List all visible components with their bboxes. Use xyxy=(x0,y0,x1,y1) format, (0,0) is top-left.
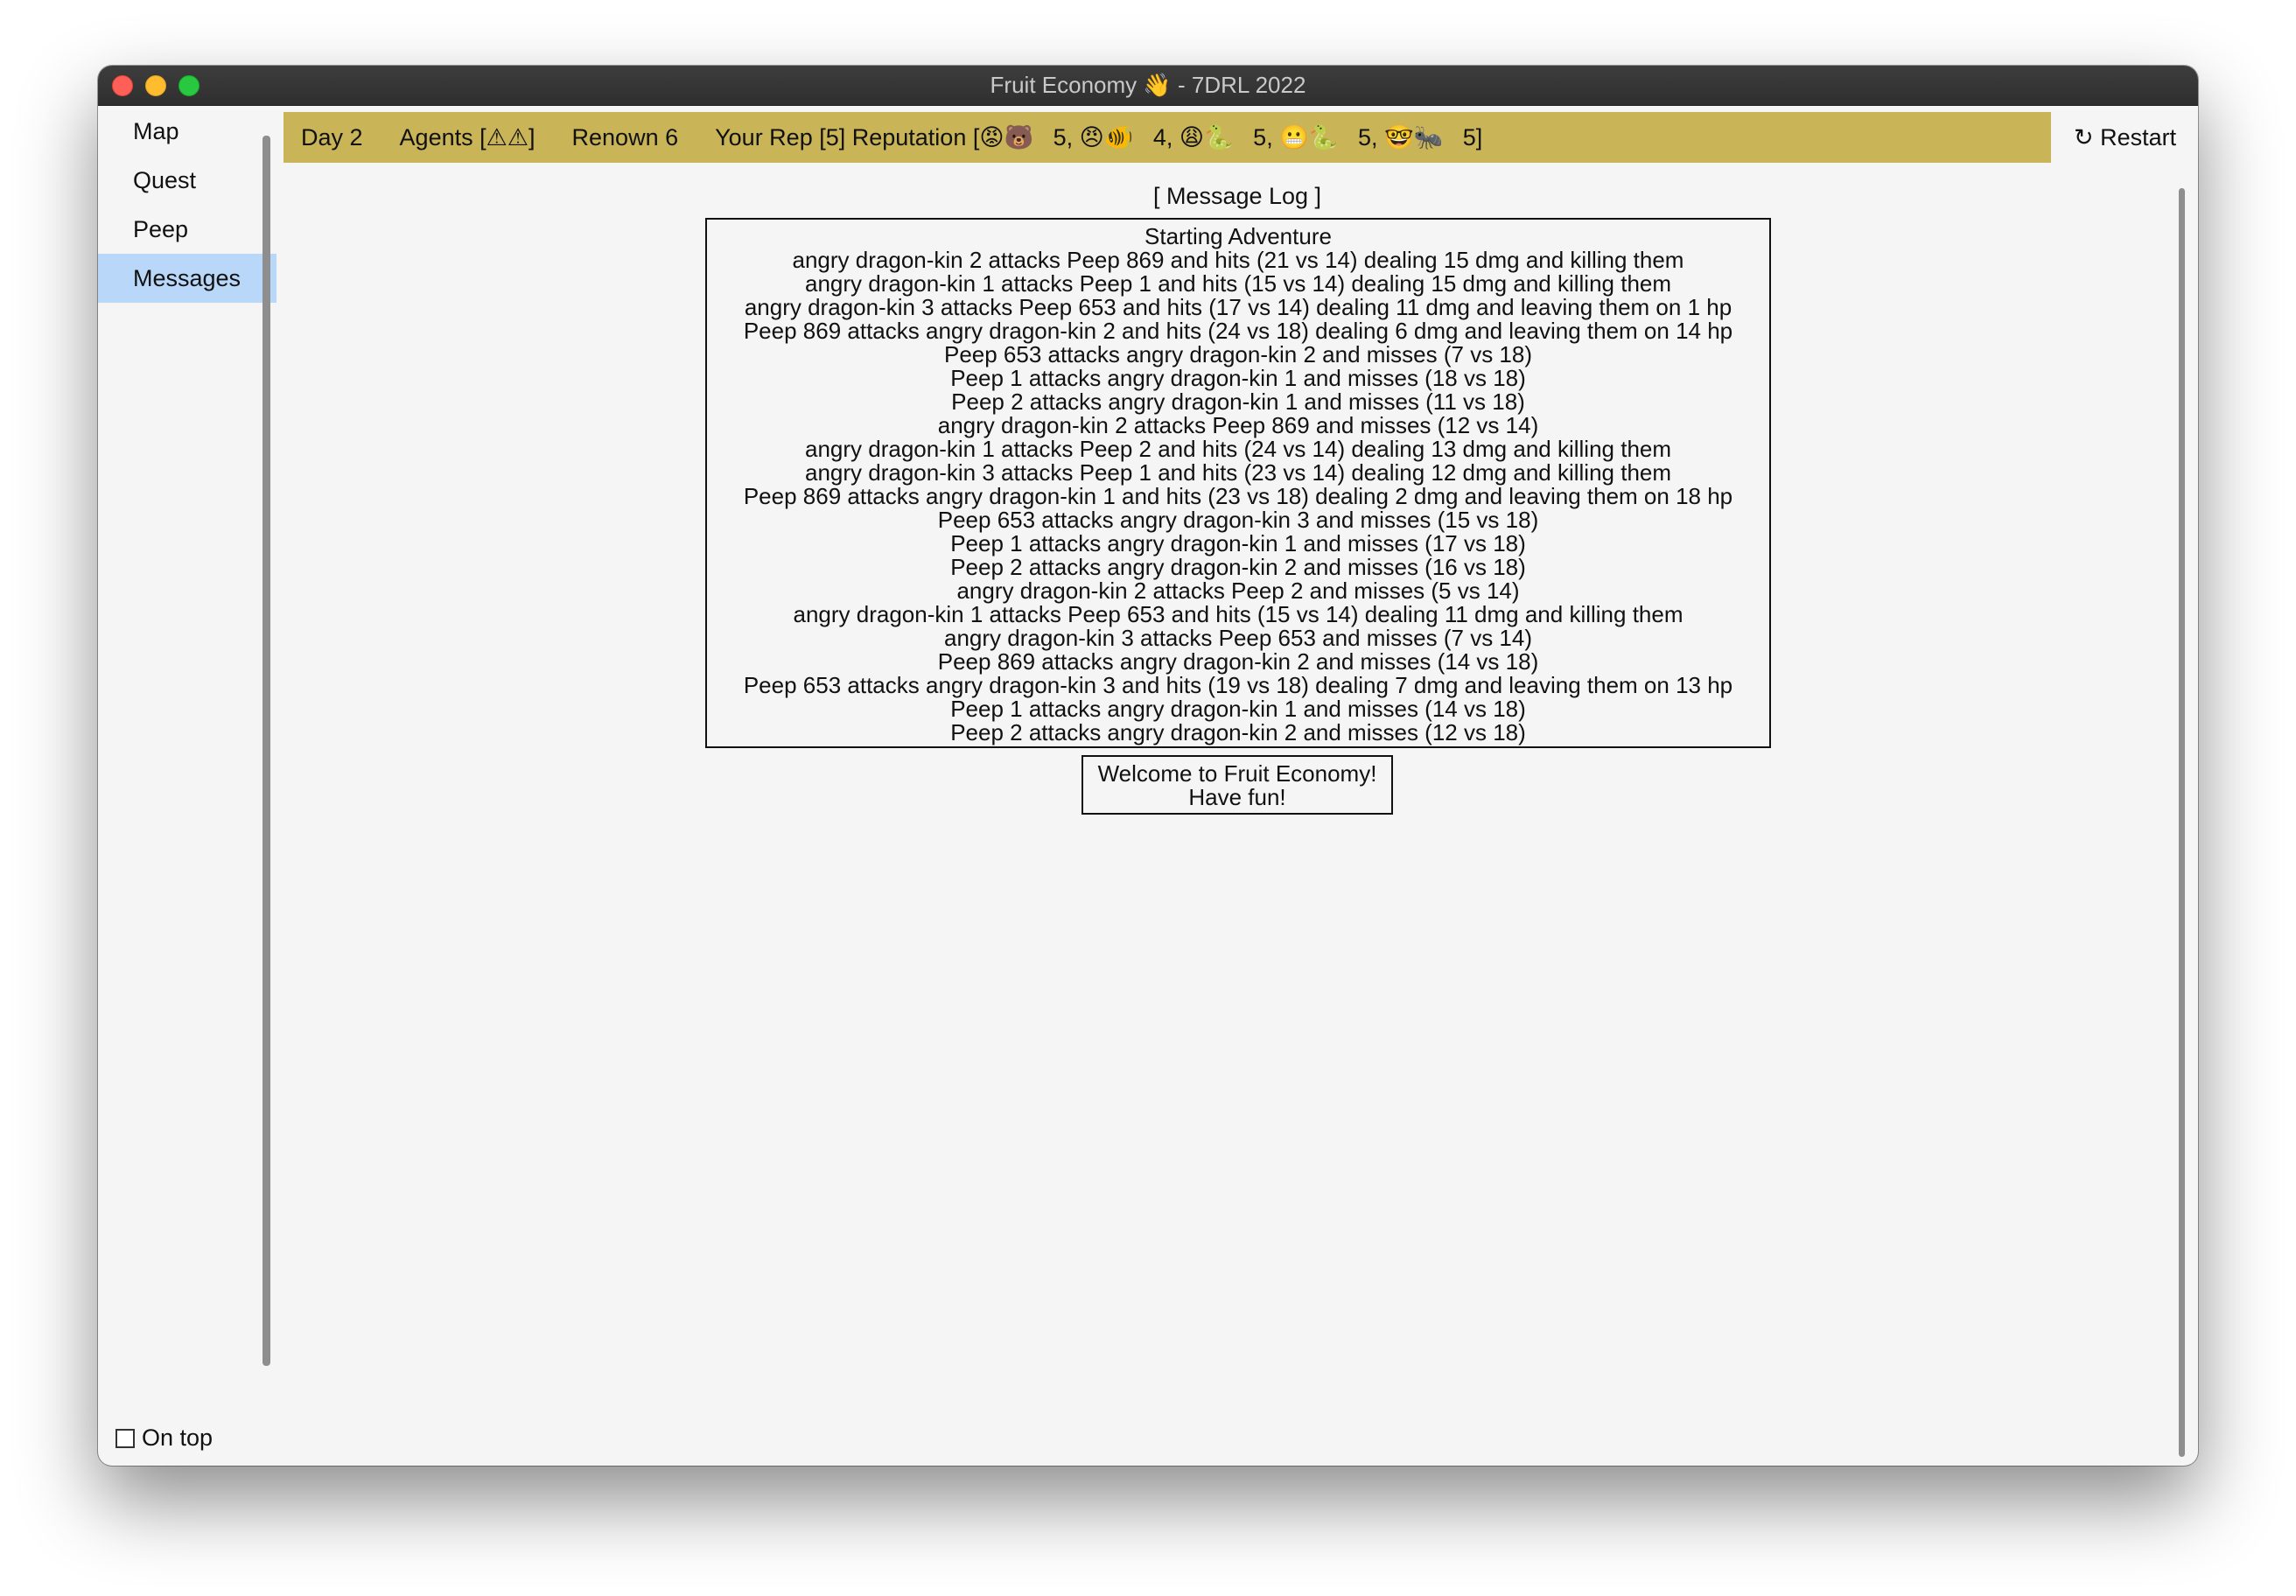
log-line: Peep 653 attacks angry dragon-kin 3 and … xyxy=(743,672,1733,698)
log-line: angry dragon-kin 2 attacks Peep 2 and mi… xyxy=(956,578,1520,604)
log-line: angry dragon-kin 3 attacks Peep 653 and … xyxy=(943,625,1533,651)
sidebar-item-map[interactable]: Map xyxy=(98,107,276,156)
log-line: angry dragon-kin 2 attacks Peep 869 and … xyxy=(937,412,1539,438)
welcome-line-2: Have fun! xyxy=(1188,784,1286,810)
log-line: Peep 1 attacks angry dragon-kin 1 and mi… xyxy=(950,530,1526,556)
main-scrollbar[interactable] xyxy=(2179,188,2185,1457)
log-line: Peep 869 attacks angry dragon-kin 2 and … xyxy=(937,648,1539,675)
log-line: Peep 869 attacks angry dragon-kin 2 and … xyxy=(743,318,1733,344)
message-log: Starting Adventure angry dragon-kin 2 att… xyxy=(705,218,1771,748)
window-title: Fruit Economy 👋 - 7DRL 2022 xyxy=(990,72,1306,98)
sidebar-item-quest[interactable]: Quest xyxy=(98,156,276,205)
log-line: Peep 2 attacks angry dragon-kin 2 and mi… xyxy=(950,719,1526,746)
welcome-line-1: Welcome to Fruit Economy! xyxy=(1097,760,1377,787)
log-line: angry dragon-kin 1 attacks Peep 1 and hi… xyxy=(804,270,1672,297)
log-line: angry dragon-kin 3 attacks Peep 653 and … xyxy=(744,294,1732,320)
on-top-checkbox[interactable] xyxy=(116,1428,135,1448)
on-top-toggle[interactable]: On top xyxy=(116,1424,213,1452)
status-bar: Day 2 Agents [⚠⚠] Renown 6 Your Rep [5] … xyxy=(284,112,2051,163)
title-bar[interactable]: Fruit Economy 👋 - 7DRL 2022 xyxy=(98,66,2198,106)
day-counter: Day 2 xyxy=(301,123,363,150)
log-line: angry dragon-kin 1 attacks Peep 653 and … xyxy=(793,601,1684,627)
agents-indicator: Agents [⚠⚠] xyxy=(399,123,536,150)
log-line: angry dragon-kin 3 attacks Peep 1 and hi… xyxy=(804,459,1672,486)
log-line: Peep 869 attacks angry dragon-kin 1 and … xyxy=(743,483,1733,509)
log-line: Peep 653 attacks angry dragon-kin 2 and … xyxy=(943,341,1533,368)
sidebar: Map Quest Peep Messages xyxy=(98,105,276,1466)
log-line: Peep 2 attacks angry dragon-kin 1 and mi… xyxy=(951,388,1525,415)
reputation-indicator: Your Rep [5] Reputation [😡🐻 5, 😠🐠 4, 😩🐍 … xyxy=(715,124,1483,150)
log-line: Peep 653 attacks angry dragon-kin 3 and … xyxy=(937,507,1539,533)
sidebar-scrollbar[interactable] xyxy=(262,136,270,1366)
log-line: Peep 1 attacks angry dragon-kin 1 and mi… xyxy=(950,365,1526,391)
renown-indicator: Renown 6 xyxy=(571,123,679,150)
sidebar-item-messages[interactable]: Messages xyxy=(98,254,276,303)
on-top-label: On top xyxy=(142,1424,214,1451)
log-line: angry dragon-kin 1 attacks Peep 2 and hi… xyxy=(804,436,1672,462)
app-window: Fruit Economy 👋 - 7DRL 2022 Map Quest Pe… xyxy=(98,66,2198,1466)
log-line: Peep 2 attacks angry dragon-kin 2 and mi… xyxy=(950,554,1526,580)
log-line: Peep 1 attacks angry dragon-kin 1 and mi… xyxy=(950,696,1526,722)
welcome-message: Welcome to Fruit Economy! Have fun! xyxy=(1082,755,1393,815)
message-log-title: [ Message Log ] xyxy=(1152,183,1322,209)
restart-button[interactable]: ↻ Restart xyxy=(2058,112,2198,163)
log-line: angry dragon-kin 2 attacks Peep 869 and … xyxy=(792,247,1684,273)
log-line: Starting Adventure xyxy=(1144,223,1332,249)
sidebar-item-peep[interactable]: Peep xyxy=(98,205,276,254)
